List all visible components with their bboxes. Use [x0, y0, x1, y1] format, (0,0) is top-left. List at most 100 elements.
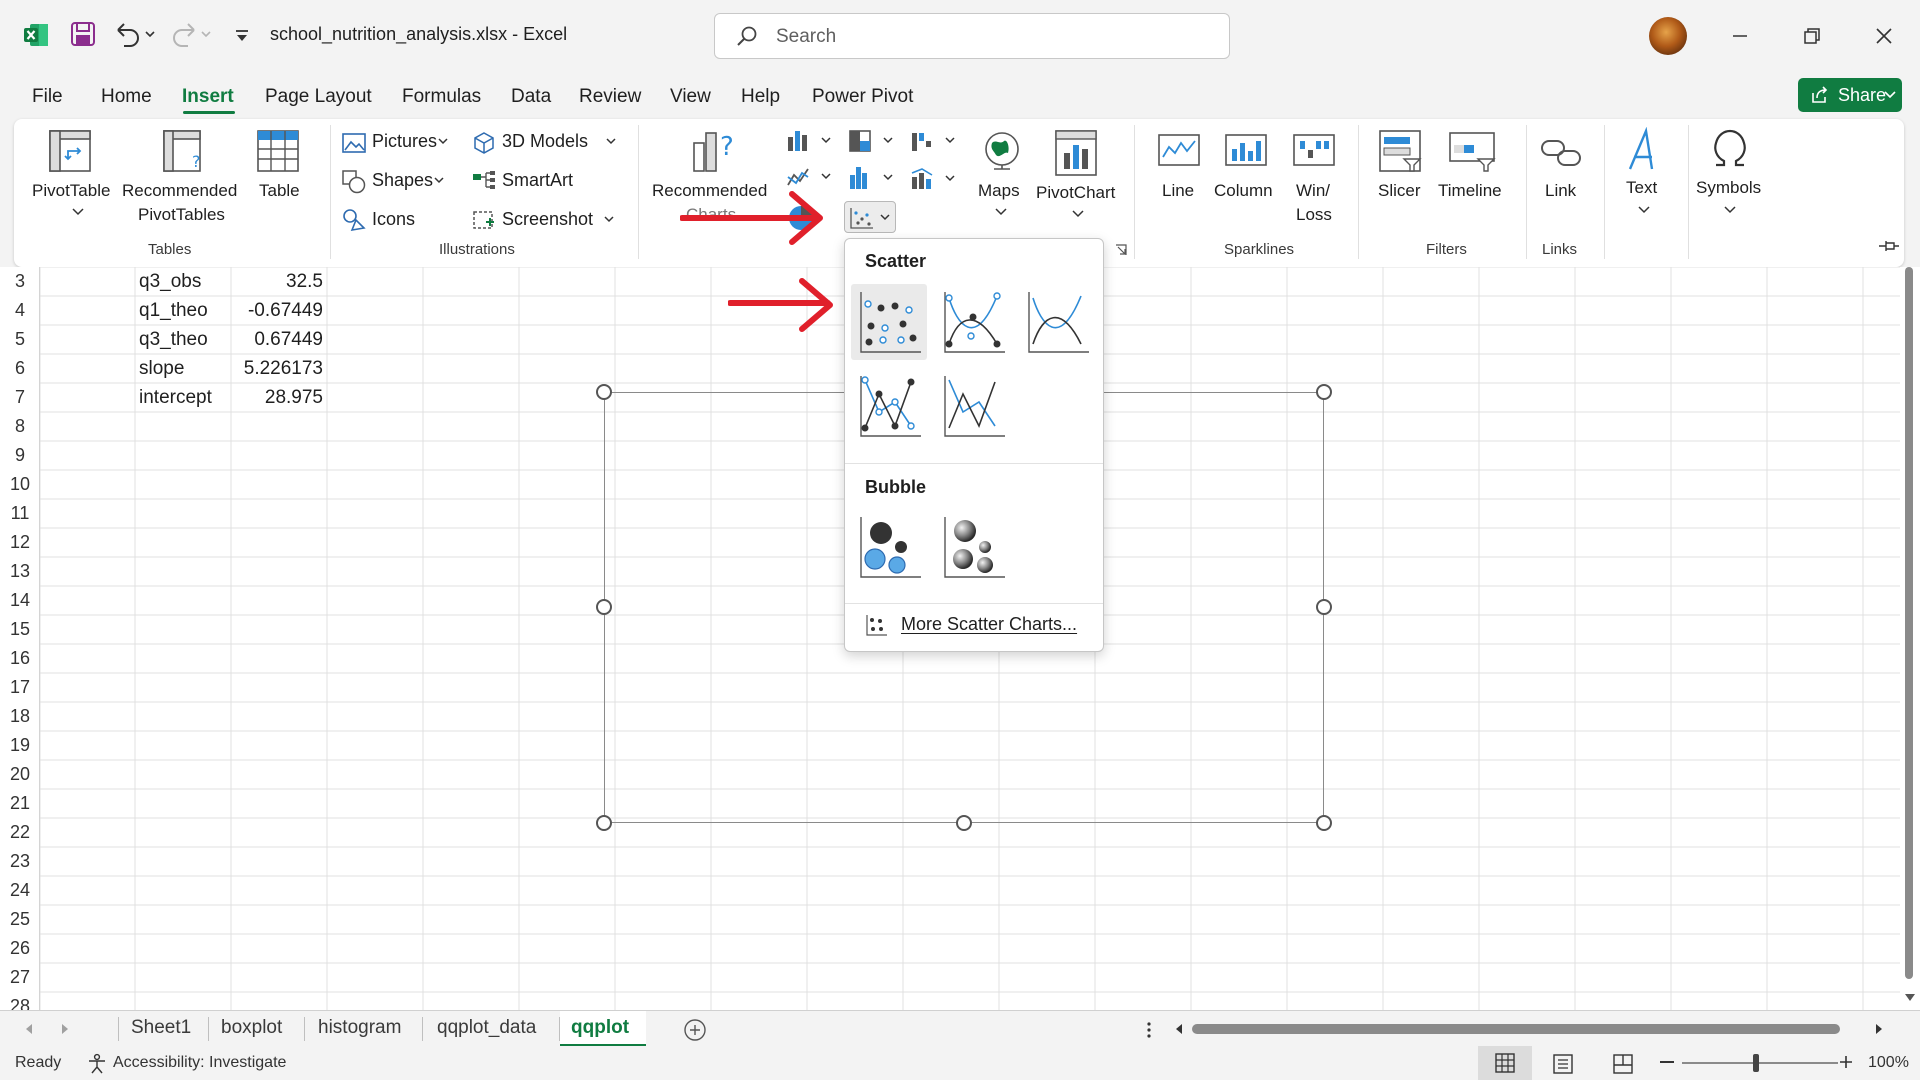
- sparkline-winloss-icon[interactable]: [1292, 131, 1336, 171]
- row-number[interactable]: 24: [0, 880, 40, 901]
- row-number[interactable]: 19: [0, 735, 40, 756]
- row-number[interactable]: 10: [0, 474, 40, 495]
- row-number[interactable]: 20: [0, 764, 40, 785]
- scatter-chart-option[interactable]: [851, 284, 927, 360]
- sheet-tab-qqplot[interactable]: qqplot: [571, 1017, 629, 1039]
- smartart-button[interactable]: SmartArt: [502, 170, 573, 191]
- tab-home[interactable]: Home: [101, 86, 152, 108]
- pictures-button[interactable]: Pictures: [372, 131, 437, 152]
- resize-handle-top-right[interactable]: [1316, 384, 1332, 400]
- row-number[interactable]: 23: [0, 851, 40, 872]
- row-number[interactable]: 14: [0, 590, 40, 611]
- resize-handle-left[interactable]: [596, 599, 612, 615]
- row-number[interactable]: 9: [0, 445, 40, 466]
- slicer-icon[interactable]: [1378, 129, 1422, 173]
- resize-handle-right[interactable]: [1316, 599, 1332, 615]
- recommended-pivottables-icon[interactable]: ?: [162, 129, 206, 173]
- row-number[interactable]: 6: [0, 358, 40, 379]
- zoom-in-icon[interactable]: [1838, 1054, 1854, 1070]
- normal-view-button[interactable]: [1478, 1046, 1532, 1080]
- scroll-tabs-right-icon[interactable]: [60, 1023, 70, 1035]
- recommended-pivottables-label-1[interactable]: Recommended: [122, 179, 237, 203]
- text-icon[interactable]: [1622, 127, 1666, 173]
- zoom-slider-track[interactable]: [1682, 1062, 1838, 1064]
- share-button[interactable]: Share: [1798, 78, 1902, 112]
- row-number[interactable]: 3: [0, 271, 40, 292]
- more-options-icon[interactable]: [1146, 1021, 1152, 1039]
- row-number[interactable]: 21: [0, 793, 40, 814]
- timeline-icon[interactable]: [1448, 131, 1496, 173]
- table-label[interactable]: Table: [259, 179, 300, 203]
- cell-value[interactable]: 28.975: [231, 387, 323, 409]
- pivottable-icon[interactable]: [48, 129, 92, 173]
- table-icon[interactable]: [256, 129, 300, 173]
- sparkline-column-icon[interactable]: [1224, 131, 1268, 171]
- timeline-label[interactable]: Timeline: [1438, 179, 1502, 203]
- slicer-label[interactable]: Slicer: [1378, 179, 1421, 203]
- scroll-tabs-left-icon[interactable]: [24, 1023, 34, 1035]
- chevron-down-icon[interactable]: [1638, 206, 1650, 214]
- row-number[interactable]: 27: [0, 967, 40, 988]
- scroll-right-icon[interactable]: [1874, 1023, 1884, 1035]
- chevron-down-icon[interactable]: [604, 216, 614, 224]
- cell-label[interactable]: q3_theo: [139, 329, 208, 351]
- sparkline-line-label[interactable]: Line: [1162, 179, 1194, 203]
- row-number[interactable]: 22: [0, 822, 40, 843]
- chevron-down-icon[interactable]: [1072, 210, 1084, 218]
- horizontal-scroll-thumb[interactable]: [1192, 1024, 1840, 1034]
- zoom-level[interactable]: 100%: [1868, 1054, 1909, 1072]
- cell-label[interactable]: q1_theo: [139, 300, 208, 322]
- scatter-straight-lines-markers-option[interactable]: [851, 368, 927, 444]
- tab-file[interactable]: File: [32, 86, 63, 108]
- add-sheet-icon[interactable]: [683, 1018, 707, 1042]
- cell-label[interactable]: intercept: [139, 387, 212, 409]
- symbols-label[interactable]: Symbols: [1696, 176, 1761, 200]
- page-break-view-icon[interactable]: [1612, 1054, 1634, 1074]
- cell-value[interactable]: -0.67449: [231, 300, 323, 322]
- cell-label[interactable]: q3_obs: [139, 271, 201, 293]
- row-number[interactable]: 15: [0, 619, 40, 640]
- row-number[interactable]: 13: [0, 561, 40, 582]
- row-number[interactable]: 8: [0, 416, 40, 437]
- sheet-tab-histogram[interactable]: histogram: [318, 1017, 401, 1039]
- customize-toolbar-icon[interactable]: [232, 26, 252, 46]
- cell-label[interactable]: slope: [139, 358, 184, 380]
- link-icon[interactable]: [1538, 133, 1586, 173]
- sheet-tab-sheet1[interactable]: Sheet1: [131, 1017, 191, 1039]
- row-number[interactable]: 18: [0, 706, 40, 727]
- scatter-straight-lines-option[interactable]: [935, 368, 1011, 444]
- tab-power-pivot[interactable]: Power Pivot: [812, 86, 913, 108]
- text-label[interactable]: Text: [1626, 176, 1657, 200]
- scatter-smooth-lines-markers-option[interactable]: [935, 284, 1011, 360]
- chevron-down-icon[interactable]: [438, 138, 448, 146]
- resize-handle-bottom[interactable]: [956, 815, 972, 831]
- close-button[interactable]: [1864, 16, 1904, 56]
- zoom-slider-thumb[interactable]: [1753, 1054, 1759, 1072]
- chevron-down-icon[interactable]: [995, 208, 1007, 216]
- restore-button[interactable]: [1792, 16, 1832, 56]
- cell-value[interactable]: 32.5: [231, 271, 323, 293]
- sheet-tab-boxplot[interactable]: boxplot: [221, 1017, 282, 1039]
- screenshot-button[interactable]: Screenshot: [502, 209, 593, 230]
- chevron-down-icon[interactable]: [72, 208, 84, 216]
- omega-symbol-icon[interactable]: [1708, 127, 1752, 171]
- accessibility-status[interactable]: Accessibility: Investigate: [113, 1054, 286, 1072]
- sparkline-column-label[interactable]: Column: [1214, 179, 1273, 203]
- cell-value[interactable]: 0.67449: [231, 329, 323, 351]
- resize-handle-bottom-left[interactable]: [596, 815, 612, 831]
- row-number[interactable]: 26: [0, 938, 40, 959]
- scroll-down-icon[interactable]: [1904, 993, 1916, 1003]
- tab-page-layout[interactable]: Page Layout: [265, 86, 372, 108]
- tab-insert[interactable]: Insert: [182, 86, 234, 108]
- resize-handle-top-left[interactable]: [596, 384, 612, 400]
- bubble-chart-option[interactable]: [851, 509, 927, 585]
- pin-ribbon-icon[interactable]: [1878, 238, 1900, 254]
- maps-label[interactable]: Maps: [978, 179, 1020, 203]
- undo-icon[interactable]: [112, 20, 156, 48]
- pivottable-label[interactable]: PivotTable: [32, 179, 110, 203]
- row-number[interactable]: 5: [0, 329, 40, 350]
- tab-data[interactable]: Data: [511, 86, 551, 108]
- combo-chart-icon[interactable]: [910, 167, 956, 191]
- pivotchart-label[interactable]: PivotChart: [1036, 181, 1115, 205]
- scroll-left-icon[interactable]: [1174, 1023, 1184, 1035]
